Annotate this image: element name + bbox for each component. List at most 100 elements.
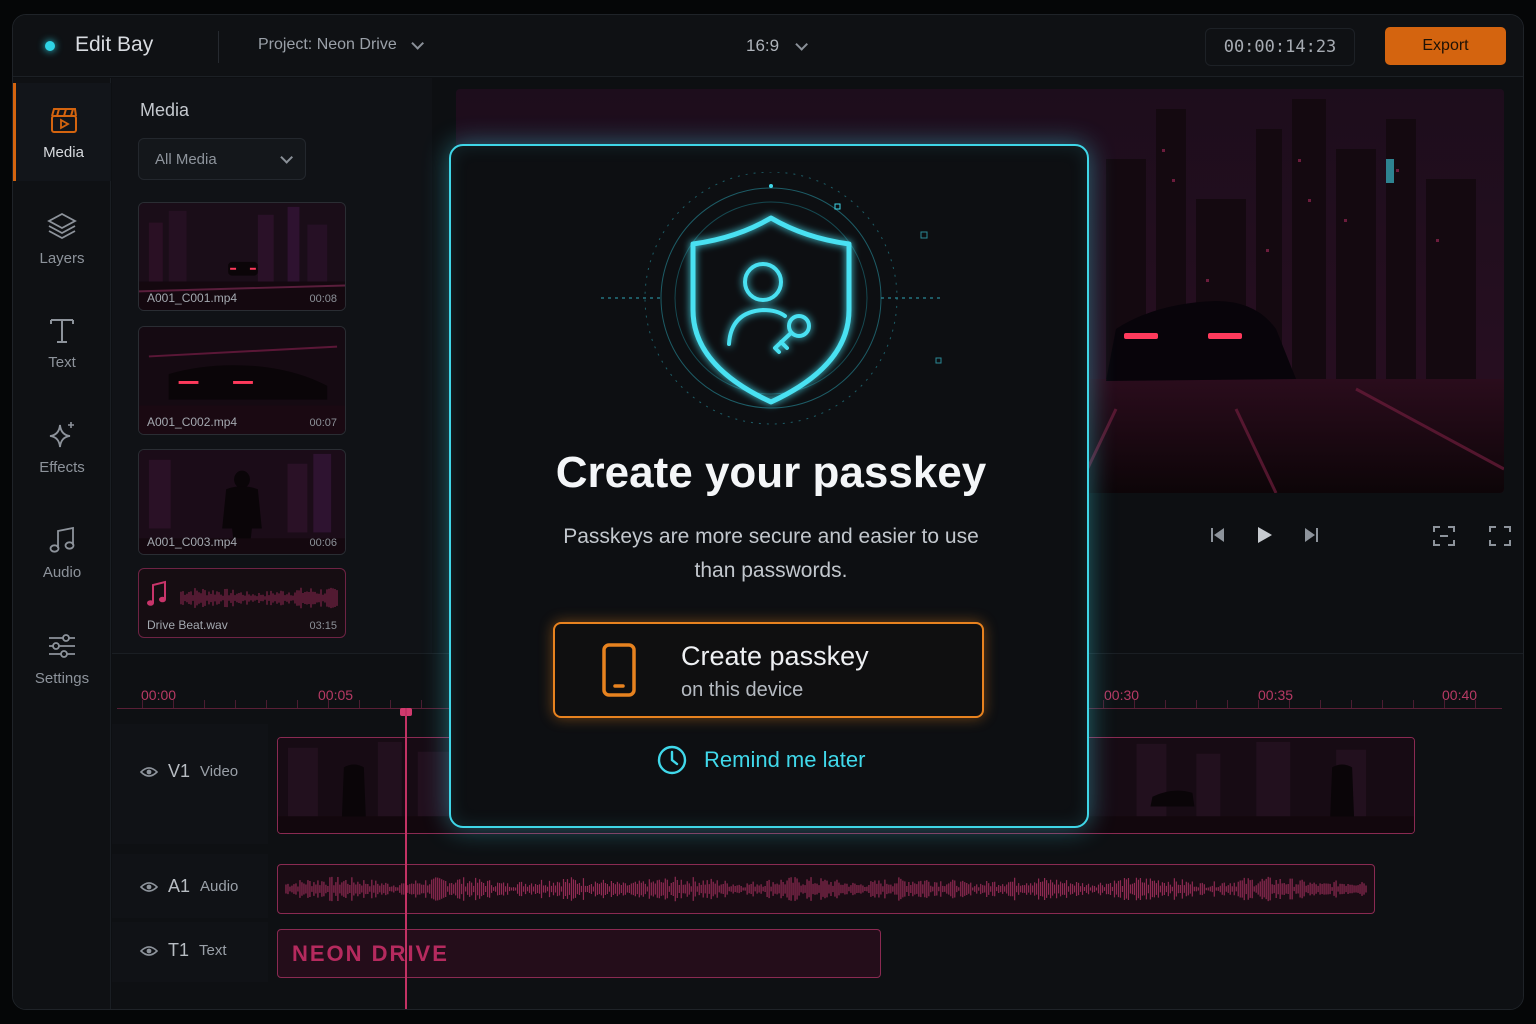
- ruler-tick: [1413, 700, 1414, 708]
- phone-icon: [602, 643, 636, 697]
- clock-icon: [657, 745, 687, 775]
- eye-icon[interactable]: [140, 881, 158, 893]
- rail-item-effects[interactable]: Effects: [13, 398, 111, 496]
- clip-name: A001_C002.mp4: [147, 415, 238, 429]
- music-note-icon: [49, 526, 75, 553]
- shield-key-icon: [601, 172, 942, 425]
- chevron-down-icon: [795, 37, 809, 51]
- top-bar: Edit Bay Project: Neon Drive 16:9 00:00:…: [13, 15, 1523, 77]
- media-clip[interactable]: A001_C003.mp4 00:06: [138, 449, 346, 555]
- clip-name: A001_C001.mp4: [147, 291, 238, 305]
- remind-later-label: Remind me later: [704, 747, 866, 772]
- ruler-tick: [1320, 700, 1321, 708]
- rail-item-settings[interactable]: Settings: [13, 609, 111, 707]
- rail-item-label: Audio: [42, 563, 82, 581]
- rail-item-label: Effects: [39, 458, 85, 476]
- track-id: V1: [168, 761, 191, 781]
- ruler-tick: [1475, 700, 1476, 708]
- rail-item-media[interactable]: Media: [13, 83, 111, 181]
- track-header-t1: T1 Text: [112, 922, 268, 982]
- text-icon: [50, 318, 74, 343]
- rail-item-layers[interactable]: Layers: [13, 189, 111, 287]
- project-select-label: Project: Neon Drive: [258, 36, 397, 53]
- track-label: A1 Audio: [140, 876, 238, 897]
- ruler-tick: [1103, 700, 1104, 708]
- eye-icon[interactable]: [140, 766, 158, 778]
- project-select[interactable]: Project: Neon Drive: [258, 36, 424, 54]
- media-filter-label: All Media: [155, 150, 217, 168]
- aspect-ratio-select[interactable]: 16:9: [746, 36, 809, 56]
- passkey-dialog: Create your passkey Passkeys are more se…: [449, 144, 1089, 828]
- ruler-tick: [328, 700, 329, 708]
- ruler-label: 00:40: [1442, 687, 1478, 703]
- ruler-tick: [297, 700, 298, 708]
- media-clip[interactable]: A001_C001.mp4 00:08: [138, 202, 346, 311]
- ruler-tick: [1444, 700, 1445, 708]
- track-kind: Text: [199, 942, 227, 959]
- ruler-tick: [1134, 700, 1135, 708]
- dialog-title: Create your passkey: [555, 448, 987, 497]
- dialog-description: Passkeys are more secure and easier to u…: [563, 525, 979, 582]
- create-passkey-button[interactable]: Create passkey on this device: [553, 622, 984, 718]
- aspect-ratio-label: 16:9: [746, 36, 780, 55]
- rail-item-label: Media: [43, 143, 84, 161]
- audio-track-clip[interactable]: [277, 864, 1375, 914]
- ruler-tick: [1258, 700, 1259, 708]
- panel-title: Media: [140, 100, 190, 120]
- remind-later-button[interactable]: Remind me later: [656, 744, 865, 776]
- ruler-tick: [359, 700, 360, 708]
- export-button[interactable]: Export: [1385, 27, 1506, 65]
- clip-duration: 00:06: [309, 537, 337, 549]
- clip-duration: 03:15: [309, 620, 337, 632]
- create-passkey-sublabel: on this device: [681, 679, 804, 701]
- ruler-tick: [390, 700, 391, 708]
- clapperboard-icon: [50, 107, 77, 133]
- left-rail: Media Layers Text Effects Audio Settings: [13, 78, 111, 1009]
- rail-item-label: Settings: [34, 669, 90, 687]
- sparkle-icon: [49, 421, 74, 447]
- eye-icon[interactable]: [140, 945, 158, 957]
- ruler-tick: [235, 700, 236, 708]
- ruler-label: 00:00: [141, 687, 177, 703]
- create-passkey-label: Create passkey: [681, 641, 869, 671]
- ruler-tick: [266, 700, 267, 708]
- rail-item-label: Layers: [39, 249, 85, 267]
- track-id: A1: [168, 876, 191, 896]
- media-filter-select[interactable]: All Media: [138, 138, 306, 180]
- chevron-down-icon: [410, 36, 424, 50]
- rail-item-audio[interactable]: Audio: [13, 503, 111, 601]
- track-header-v1: V1 Video: [112, 724, 268, 844]
- rail-item-text[interactable]: Text: [13, 293, 111, 391]
- fullscreen-icon[interactable]: [1488, 525, 1512, 547]
- safe-area-icon[interactable]: [1432, 525, 1456, 547]
- ruler-label: 00:35: [1258, 687, 1294, 703]
- skip-back-icon[interactable]: [1208, 525, 1228, 545]
- layers-icon: [47, 212, 77, 239]
- divider: [218, 31, 219, 63]
- audio-media-clip[interactable]: Drive Beat.wav 03:15: [138, 568, 346, 638]
- ruler-label: 00:05: [318, 687, 354, 703]
- track-kind: Video: [200, 763, 239, 780]
- ruler-tick: [204, 700, 205, 708]
- clip-name: Drive Beat.wav: [147, 618, 228, 632]
- ruler-tick: [142, 700, 143, 708]
- ruler-tick: [1227, 700, 1228, 708]
- track-label: V1 Video: [140, 761, 238, 782]
- skip-forward-icon[interactable]: [1301, 525, 1321, 545]
- clip-duration: 00:07: [309, 417, 337, 429]
- ruler-tick: [421, 700, 422, 708]
- ruler-tick: [1382, 700, 1383, 708]
- media-clip[interactable]: A001_C002.mp4 00:07: [138, 326, 346, 435]
- sliders-icon: [49, 633, 75, 658]
- playhead[interactable]: [405, 708, 407, 1009]
- timecode-display: 00:00:14:23: [1205, 28, 1355, 66]
- rail-item-label: Text: [48, 353, 76, 371]
- track-kind: Audio: [200, 878, 239, 895]
- text-track-clip[interactable]: NEON DRIVE: [277, 929, 881, 978]
- track-header-a1: A1 Audio: [112, 854, 268, 918]
- clip-name: A001_C003.mp4: [147, 535, 238, 549]
- play-icon[interactable]: [1254, 525, 1274, 545]
- ruler-tick: [1196, 700, 1197, 708]
- clip-duration: 00:08: [309, 293, 337, 305]
- track-label: T1 Text: [140, 940, 227, 961]
